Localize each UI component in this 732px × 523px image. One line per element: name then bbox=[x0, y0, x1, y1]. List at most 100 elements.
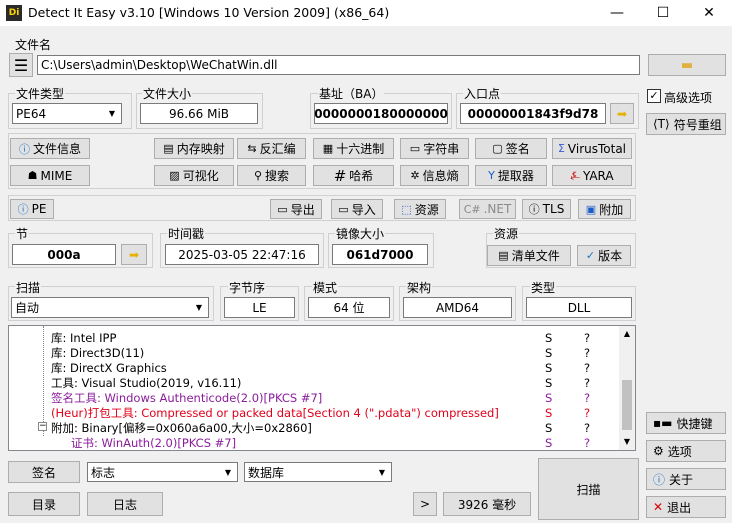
virustotal-button[interactable]: Σ VirusTotal bbox=[552, 138, 632, 159]
export-icon: ▭ bbox=[277, 202, 288, 216]
chevron-down-icon: ▼ bbox=[195, 303, 203, 312]
filetype-value: PE64 bbox=[16, 106, 47, 121]
yara-button[interactable]: ⍼ YARA bbox=[552, 165, 632, 186]
overlay-label: 附加 bbox=[599, 202, 624, 217]
disasm-button[interactable]: ⇆ 反汇编 bbox=[237, 138, 306, 159]
directory-button[interactable]: 目录 bbox=[8, 492, 80, 516]
overlay-button[interactable]: ▣ 附加 bbox=[578, 199, 631, 219]
mime-button[interactable]: ☗ MIME bbox=[10, 165, 90, 186]
exit-label: 退出 bbox=[667, 500, 692, 515]
collapse-icon[interactable]: − bbox=[38, 422, 47, 431]
import-button[interactable]: ▭ 导入 bbox=[331, 199, 383, 219]
result-row[interactable]: 附加: Binary[偏移=0x060a6a00,大小=0x2860] S? bbox=[9, 421, 619, 436]
scan-time-button[interactable]: 3926 毫秒 bbox=[443, 492, 531, 516]
hex-button[interactable]: ▦ 十六进制 bbox=[313, 138, 394, 159]
file-menu-button[interactable]: ☰ bbox=[9, 53, 33, 77]
about-button[interactable]: ⓘ 关于 bbox=[646, 468, 726, 490]
result-row[interactable]: 证书: WinAuth(2.0)[PKCS #7] S? bbox=[9, 436, 619, 451]
result-text: 证书: WinAuth(2.0)[PKCS #7] bbox=[71, 436, 237, 450]
app-icon: Di bbox=[6, 5, 22, 21]
entry-go-button[interactable]: ➡ bbox=[610, 103, 634, 124]
result-s-flag: S bbox=[545, 421, 553, 435]
manifest-icon: ▤ bbox=[498, 249, 509, 262]
result-s-flag: S bbox=[545, 346, 553, 360]
filesize-field: 96.66 MiB bbox=[140, 103, 258, 124]
result-row[interactable]: 工具: Visual Studio(2019, v16.11) S? bbox=[9, 376, 619, 391]
signature-icon: ▢ bbox=[492, 142, 503, 155]
result-row[interactable]: 库: Intel IPP S? bbox=[9, 331, 619, 346]
strings-button[interactable]: ▭ 字符串 bbox=[400, 138, 469, 159]
result-q-flag: ? bbox=[584, 376, 591, 390]
search-icon: ⚲ bbox=[253, 169, 263, 182]
search-button[interactable]: ⚲ 搜索 bbox=[237, 165, 306, 186]
scan-button[interactable]: 扫描 bbox=[538, 458, 639, 520]
resources-button[interactable]: ⬚ 资源 bbox=[394, 199, 446, 219]
scroll-thumb[interactable] bbox=[622, 380, 632, 430]
database-select[interactable]: 数据库 ▼ bbox=[244, 462, 392, 482]
endian-field: LE bbox=[224, 297, 295, 318]
result-row[interactable]: 库: Direct3D(11) S? bbox=[9, 346, 619, 361]
visualize-button[interactable]: ▨ 可视化 bbox=[154, 165, 234, 186]
export-button[interactable]: ▭ 导出 bbox=[270, 199, 322, 219]
mode-label: 模式 bbox=[312, 279, 339, 296]
version-button[interactable]: ✓ 版本 bbox=[577, 245, 631, 266]
strings-icon: ▭ bbox=[409, 142, 421, 155]
hash-button[interactable]: # 哈希 bbox=[313, 165, 394, 186]
result-row[interactable]: 库: DirectX Graphics S? bbox=[9, 361, 619, 376]
section-label: 节 bbox=[15, 225, 30, 242]
tls-button[interactable]: ⓘ TLS bbox=[522, 199, 571, 219]
info-icon: ⓘ bbox=[528, 203, 540, 216]
result-s-flag: S bbox=[545, 331, 553, 345]
open-file-button[interactable]: ▬ bbox=[648, 54, 726, 76]
shortcuts-button[interactable]: ▪▬ 快捷键 bbox=[646, 412, 726, 434]
pe-label: PE bbox=[31, 202, 47, 216]
info-icon: ⓘ bbox=[18, 142, 30, 156]
result-row[interactable]: (Heur)打包工具: Compressed or packed data[Se… bbox=[9, 406, 619, 421]
options-button[interactable]: ⚙ 选项 bbox=[646, 440, 726, 462]
log-button[interactable]: 日志 bbox=[87, 492, 163, 516]
signatures-button[interactable]: ▢ 签名 bbox=[475, 138, 547, 159]
fileinfo-button[interactable]: ⓘ 文件信息 bbox=[10, 138, 90, 159]
list-icon: ☰ bbox=[13, 55, 29, 75]
results-tree[interactable]: 库: Intel IPP S? 库: Direct3D(11) S? 库: Direct… bbox=[8, 325, 636, 451]
arch-field: AMD64 bbox=[403, 297, 512, 318]
entropy-button[interactable]: ✲ 信息熵 bbox=[400, 165, 469, 186]
manifest-button[interactable]: ▤ 清单文件 bbox=[487, 245, 571, 266]
entry-label: 入口点 bbox=[463, 85, 502, 102]
result-row[interactable]: 签名工具: Windows Authenticode(2.0)[PKCS #7]… bbox=[9, 391, 619, 406]
version-icon: ✓ bbox=[585, 249, 596, 262]
results-scrollbar[interactable]: ▲ ▼ bbox=[619, 326, 635, 450]
maximize-button[interactable]: ☐ bbox=[640, 0, 686, 26]
pe-button[interactable]: ⓘ PE bbox=[10, 199, 54, 219]
extractor-button[interactable]: Y 提取器 bbox=[475, 165, 547, 186]
result-text: 工具: Visual Studio(2019, v16.11) bbox=[51, 376, 242, 390]
close-button[interactable]: ✕ bbox=[686, 0, 732, 26]
more-button[interactable]: > bbox=[413, 492, 437, 516]
scroll-up-icon[interactable]: ▲ bbox=[619, 326, 635, 342]
result-s-flag: S bbox=[545, 406, 553, 420]
filetype-select[interactable]: PE64 ▼ bbox=[12, 103, 122, 124]
section-go-button[interactable]: ➡ bbox=[121, 244, 147, 265]
memmap-button[interactable]: ▤ 内存映射 bbox=[154, 138, 234, 159]
imagesize-field: 061d7000 bbox=[332, 244, 428, 265]
scan-mode-select[interactable]: 自动 ▼ bbox=[11, 297, 209, 318]
advanced-checkbox[interactable]: ✓ bbox=[647, 89, 661, 103]
result-q-flag: ? bbox=[584, 331, 591, 345]
file-path-field[interactable]: C:\Users\admin\Desktop\WeChatWin.dll bbox=[37, 55, 640, 75]
scroll-down-icon[interactable]: ▼ bbox=[619, 434, 635, 450]
signatures-bottom-button[interactable]: 签名 bbox=[8, 461, 80, 483]
resources-group-label: 资源 bbox=[493, 225, 520, 242]
flags-select[interactable]: 标志 ▼ bbox=[87, 462, 238, 482]
resources-label: 资源 bbox=[414, 202, 439, 217]
net-button[interactable]: C# .NET bbox=[459, 199, 516, 219]
minimize-button[interactable]: — bbox=[594, 0, 640, 26]
result-s-flag: S bbox=[545, 436, 553, 450]
reorder-label: 符号重组 bbox=[673, 117, 722, 132]
image-icon: ▨ bbox=[169, 169, 180, 182]
search-label: 搜索 bbox=[265, 169, 290, 183]
info-icon: ⓘ bbox=[17, 203, 29, 216]
entropy-icon: ✲ bbox=[410, 169, 420, 182]
strings-label: 字符串 bbox=[423, 142, 460, 156]
reorder-button[interactable]: ⟨T⟩ 符号重组 bbox=[646, 113, 726, 135]
exit-button[interactable]: ✕ 退出 bbox=[646, 496, 726, 518]
